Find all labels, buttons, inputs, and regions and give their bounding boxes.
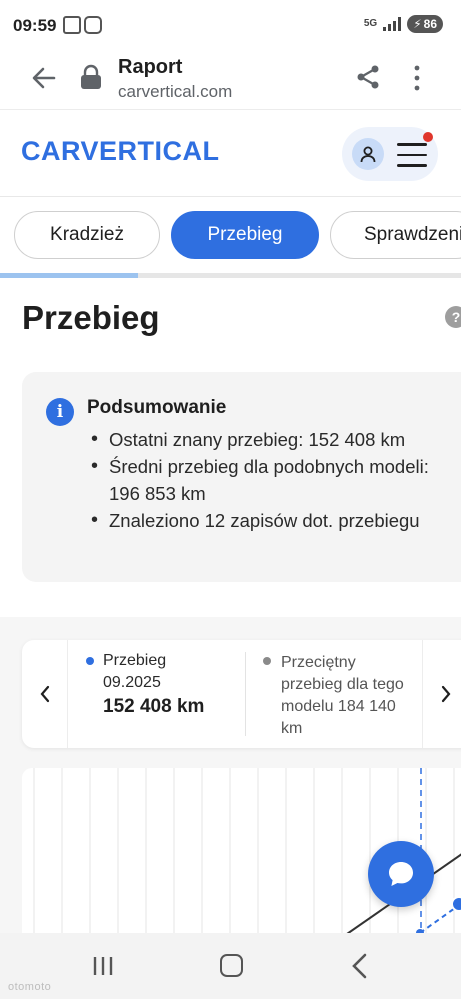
screenshot-icon [63,16,81,34]
legend-prev-button[interactable] [22,640,68,748]
app-notification-icon [84,16,102,34]
status-bar: 09:59 5G ⚡ 86 [0,0,461,46]
chevron-left-icon [40,685,49,703]
chat-bubble-icon [389,862,413,886]
section-title: Przebieg [22,299,160,336]
summary-item-last-mileage: Ostatni znany przebieg: 152 408 km [89,426,449,453]
legend-divider [245,652,246,736]
summary-card: i Podsumowanie Ostatni znany przebieg: 1… [22,372,461,582]
hamburger-menu-icon[interactable] [397,143,427,167]
tab-przebieg[interactable]: Przebieg [171,211,319,259]
page-title: Raport [118,56,183,78]
chevron-right-icon [441,685,450,703]
battery-charging-icon: ⚡ [413,17,422,31]
summary-item-average-mileage: Średni przebieg dla podobnych modeli: 19… [89,453,449,507]
notification-dot [423,132,433,142]
user-icon [360,146,376,163]
page-url[interactable]: carvertical.com [118,82,232,102]
mileage-series-label: Przebieg [103,652,167,669]
browser-toolbar: Raport carvertical.com [0,46,461,110]
mileage-series-dot [86,657,94,665]
tab-sprawdzenie[interactable]: Sprawdzenie [330,211,461,259]
summary-list: Ostatni znany przebieg: 152 408 km Średn… [89,426,449,534]
mileage-series-value: 152 408 km [103,696,205,717]
battery-level: 86 [423,17,437,31]
summary-item-records-found: Znaleziono 12 zapisów dot. przebiegu [89,507,449,534]
system-back-icon[interactable] [350,953,368,979]
network-type: 5G [363,18,378,29]
help-icon[interactable]: ? [445,306,461,328]
chat-button[interactable] [368,841,434,907]
watermark: otomoto [8,981,52,993]
status-indicators: 5G ⚡ 86 [364,15,443,33]
carvertical-logo[interactable]: CARVERTICAL [21,136,220,167]
back-arrow-icon[interactable] [30,64,58,92]
more-options-icon[interactable] [408,64,426,92]
average-series-label: Przeciętny przebieg dla tego modelu 184 … [281,654,404,737]
home-button-icon[interactable] [220,954,243,977]
mileage-point[interactable] [451,896,461,912]
system-navigation-bar [0,933,461,999]
legend-next-button[interactable] [422,640,461,748]
recent-apps-icon[interactable] [92,955,114,977]
tabs-scroll-indicator-fill [0,273,139,278]
average-series-dot [263,657,271,665]
tab-kradziez[interactable]: Kradzież [14,211,160,259]
info-icon: i [46,398,74,426]
summary-title: Podsumowanie [87,397,227,418]
signal-icon [383,17,402,31]
chart-legend-card: Przebieg 09.2025 152 408 km Przeciętny p… [22,640,461,748]
share-icon[interactable] [355,64,381,90]
mileage-series-date: 09.2025 [103,674,161,691]
report-tabs: Kradzież Przebieg Sprawdzenie [0,211,461,261]
account-button[interactable] [352,138,384,170]
site-header: CARVERTICAL [0,111,461,197]
status-time: 09:59 [13,16,57,35]
battery-indicator: ⚡ 86 [407,15,443,33]
tabs-scroll-indicator [0,273,461,278]
lock-icon[interactable] [80,64,102,90]
